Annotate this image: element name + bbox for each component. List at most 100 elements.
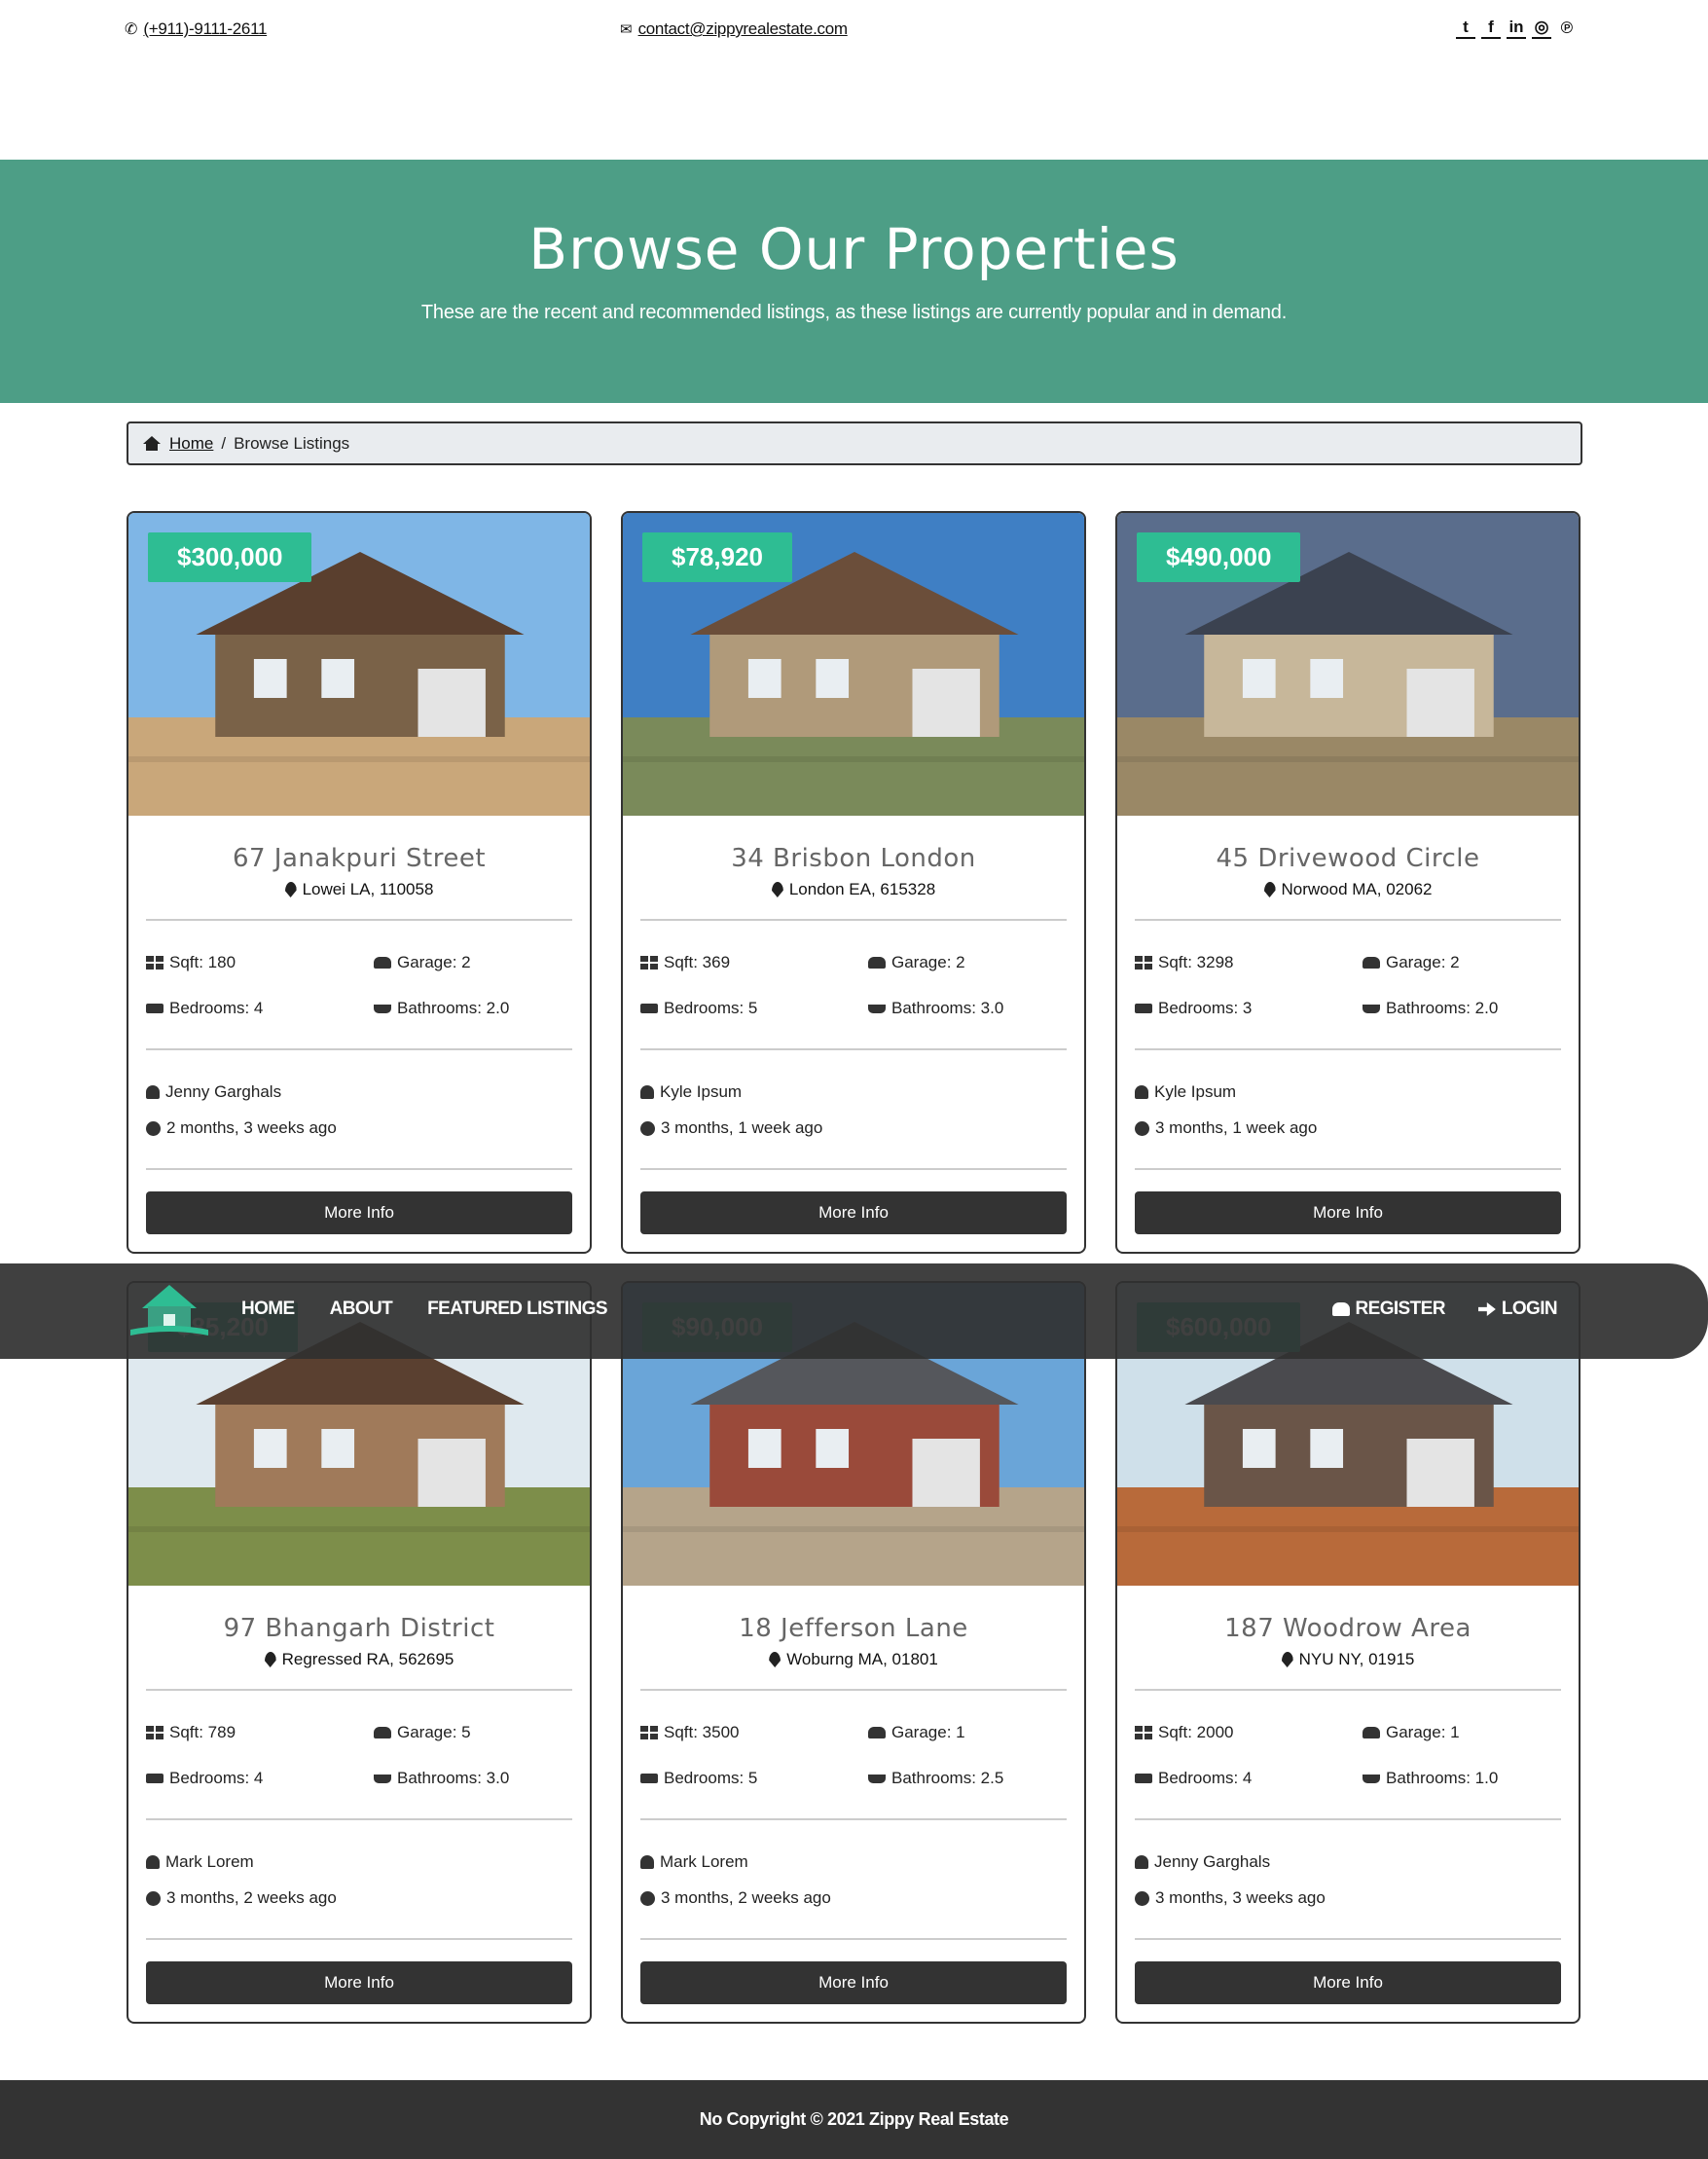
bath-icon bbox=[1363, 1774, 1380, 1783]
bathrooms-feature: Bathrooms: 3.0 bbox=[868, 999, 1003, 1018]
sqft-text: Sqft: 3298 bbox=[1158, 953, 1234, 971]
divider bbox=[640, 919, 1067, 921]
bathrooms-text: Bathrooms: 3.0 bbox=[891, 999, 1004, 1017]
location-text: Regressed RA, 562695 bbox=[281, 1650, 454, 1668]
bedrooms-feature: Bedrooms: 4 bbox=[146, 999, 263, 1018]
grid-icon bbox=[1135, 956, 1152, 970]
bathrooms-feature: Bathrooms: 2.0 bbox=[1363, 999, 1498, 1018]
bedrooms-text: Bedrooms: 4 bbox=[169, 999, 264, 1017]
pinterest-icon[interactable]: ℗ bbox=[1557, 18, 1577, 39]
bath-icon bbox=[374, 1774, 391, 1783]
listing-location: Woburng MA, 01801 bbox=[623, 1650, 1084, 1669]
agent-name: Jenny Garghals bbox=[165, 1082, 282, 1101]
instagram-icon[interactable]: ◎ bbox=[1532, 18, 1551, 39]
linkedin-icon[interactable]: in bbox=[1507, 18, 1526, 39]
bedrooms-feature: Bedrooms: 4 bbox=[1135, 1769, 1252, 1788]
listing-title[interactable]: 45 Drivewood Circle bbox=[1117, 844, 1579, 873]
bed-icon bbox=[1135, 1004, 1152, 1013]
bathrooms-text: Bathrooms: 2.0 bbox=[1386, 999, 1499, 1017]
divider bbox=[1135, 1689, 1561, 1691]
more-info-button[interactable]: More Info bbox=[1135, 1191, 1561, 1234]
auth-links: REGISTER LOGIN bbox=[1331, 1299, 1558, 1320]
car-icon bbox=[1363, 1727, 1380, 1738]
divider bbox=[146, 1048, 572, 1050]
more-info-button[interactable]: More Info bbox=[640, 1191, 1067, 1234]
clock-icon bbox=[640, 1890, 655, 1906]
nav-about-link[interactable]: ABOUT bbox=[330, 1299, 393, 1320]
map-marker-icon bbox=[769, 1652, 781, 1667]
bedrooms-text: Bedrooms: 4 bbox=[1158, 1769, 1253, 1787]
garage-text: Garage: 2 bbox=[397, 953, 471, 971]
garage-feature: Garage: 2 bbox=[374, 953, 471, 972]
bed-icon bbox=[640, 1774, 658, 1783]
price-badge: $78,920 bbox=[642, 532, 792, 582]
listed-time: 3 months, 2 weeks ago bbox=[166, 1888, 337, 1907]
bedrooms-feature: Bedrooms: 3 bbox=[1135, 999, 1252, 1018]
sqft-text: Sqft: 2000 bbox=[1158, 1723, 1234, 1741]
bathrooms-text: Bathrooms: 3.0 bbox=[397, 1769, 510, 1787]
bath-icon bbox=[868, 1004, 886, 1013]
clock-icon bbox=[146, 1120, 161, 1136]
bed-icon bbox=[146, 1774, 164, 1783]
register-label: REGISTER bbox=[1355, 1299, 1446, 1319]
bed-icon bbox=[1135, 1774, 1152, 1783]
nav-home-link[interactable]: HOME bbox=[241, 1299, 295, 1320]
agent-name: Jenny Garghals bbox=[1154, 1852, 1271, 1871]
breadcrumb-separator: / bbox=[221, 433, 227, 453]
listing-title[interactable]: 97 Bhangarh District bbox=[128, 1614, 590, 1643]
agent-row: Jenny Garghals bbox=[146, 1082, 281, 1102]
listing-card: $300,000 67 Janakpuri Street Lowei LA, 1… bbox=[127, 511, 592, 1254]
map-marker-icon bbox=[1263, 882, 1276, 897]
breadcrumb-home-link[interactable]: Home bbox=[169, 434, 213, 454]
map-marker-icon bbox=[1281, 1652, 1293, 1667]
agent-name: Kyle Ipsum bbox=[660, 1082, 743, 1101]
more-info-button[interactable]: More Info bbox=[1135, 1961, 1561, 2004]
bedrooms-text: Bedrooms: 4 bbox=[169, 1769, 264, 1787]
more-info-button[interactable]: More Info bbox=[640, 1961, 1067, 2004]
envelope-icon: ✉ bbox=[620, 21, 633, 38]
listing-title[interactable]: 34 Brisbon London bbox=[623, 844, 1084, 873]
login-link[interactable]: LOGIN bbox=[1477, 1299, 1558, 1320]
agent-name: Mark Lorem bbox=[660, 1852, 748, 1871]
sqft-feature: Sqft: 369 bbox=[640, 953, 730, 972]
sqft-feature: Sqft: 3500 bbox=[640, 1723, 740, 1742]
listed-time: 2 months, 3 weeks ago bbox=[166, 1118, 337, 1137]
bedrooms-feature: Bedrooms: 5 bbox=[640, 1769, 757, 1788]
sqft-text: Sqft: 180 bbox=[169, 953, 236, 971]
listing-location: Lowei LA, 110058 bbox=[128, 880, 590, 899]
listed-time: 3 months, 2 weeks ago bbox=[661, 1888, 831, 1907]
register-link[interactable]: REGISTER bbox=[1331, 1299, 1446, 1320]
page-subtitle: These are the recent and recommended lis… bbox=[420, 302, 1288, 323]
sqft-feature: Sqft: 2000 bbox=[1135, 1723, 1234, 1742]
divider bbox=[1135, 1048, 1561, 1050]
user-plus-icon bbox=[1331, 1302, 1350, 1316]
phone-link[interactable]: (+911)-9111-2611 bbox=[143, 19, 267, 39]
nav-featured-link[interactable]: FEATURED LISTINGS bbox=[427, 1299, 607, 1320]
location-text: Lowei LA, 110058 bbox=[302, 880, 434, 898]
main-navbar: HOME ABOUT FEATURED LISTINGS REGISTER LO… bbox=[0, 1263, 1708, 1359]
grid-icon bbox=[640, 956, 658, 970]
twitter-icon[interactable]: t bbox=[1456, 18, 1475, 39]
listing-title[interactable]: 67 Janakpuri Street bbox=[128, 844, 590, 873]
agent-row: Kyle Ipsum bbox=[1135, 1082, 1236, 1102]
divider bbox=[640, 1689, 1067, 1691]
divider bbox=[640, 1168, 1067, 1170]
bathrooms-text: Bathrooms: 2.5 bbox=[891, 1769, 1004, 1787]
bedrooms-text: Bedrooms: 3 bbox=[1158, 999, 1253, 1017]
listing-title[interactable]: 187 Woodrow Area bbox=[1117, 1614, 1579, 1643]
listing-title[interactable]: 18 Jefferson Lane bbox=[623, 1614, 1084, 1643]
garage-text: Garage: 5 bbox=[397, 1723, 471, 1741]
email-link[interactable]: contact@zippyrealestate.com bbox=[638, 19, 848, 39]
divider bbox=[640, 1938, 1067, 1940]
divider bbox=[146, 1168, 572, 1170]
site-logo[interactable] bbox=[128, 1283, 210, 1339]
bathrooms-text: Bathrooms: 2.0 bbox=[397, 999, 510, 1017]
more-info-button[interactable]: More Info bbox=[146, 1961, 572, 2004]
car-icon bbox=[1363, 957, 1380, 969]
user-icon bbox=[146, 1855, 160, 1869]
more-info-button[interactable]: More Info bbox=[146, 1191, 572, 1234]
agent-row: Jenny Garghals bbox=[1135, 1852, 1270, 1872]
garage-feature: Garage: 1 bbox=[868, 1723, 965, 1742]
divider bbox=[146, 1818, 572, 1820]
facebook-icon[interactable]: f bbox=[1481, 18, 1501, 39]
